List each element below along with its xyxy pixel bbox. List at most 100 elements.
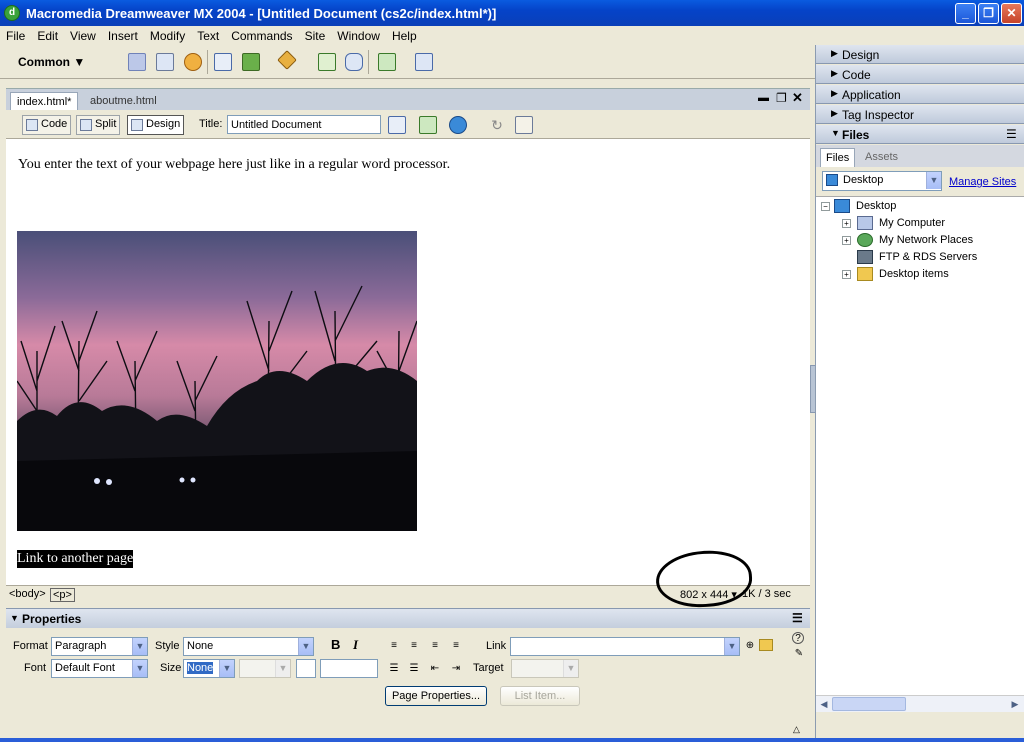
text-color-picker[interactable] (296, 659, 316, 678)
media-icon[interactable] (277, 50, 297, 70)
email-link-icon[interactable] (156, 53, 174, 71)
tree-node-ftp-rds-servers[interactable]: FTP & RDS Servers (857, 250, 977, 264)
text-indent-icon[interactable]: ⇥ (449, 663, 463, 675)
panel-group-files[interactable]: ▼ Files ☰ (816, 125, 1024, 144)
document-title-input[interactable] (227, 115, 381, 134)
expand-node-icon[interactable]: + (842, 219, 851, 228)
validate-icon[interactable] (388, 116, 406, 134)
italic-button[interactable]: I (353, 637, 358, 653)
menu-text[interactable]: Text (191, 29, 225, 43)
align-center-icon[interactable]: ≡ (407, 640, 421, 652)
design-view-canvas[interactable]: You enter the text of your webpage here … (6, 139, 810, 585)
scroll-left-arrow-icon[interactable]: ◀ (817, 697, 831, 711)
target-select[interactable]: ▼ (511, 659, 579, 678)
design-view-button[interactable]: Design (127, 115, 185, 135)
hyperlink-icon[interactable] (128, 53, 146, 71)
scrollbar-thumb[interactable] (832, 697, 906, 711)
insert-category-dropdown[interactable]: Common ▼ (18, 55, 85, 69)
table-icon[interactable] (214, 53, 232, 71)
expand-node-icon[interactable]: + (842, 236, 851, 245)
justify-icon[interactable]: ≡ (449, 640, 463, 652)
menu-modify[interactable]: Modify (144, 29, 191, 43)
download-size: 1K / 3 sec (742, 588, 791, 600)
file-management-icon[interactable] (419, 116, 437, 134)
scroll-right-arrow-icon[interactable]: ▶ (1008, 697, 1022, 711)
menu-commands[interactable]: Commands (225, 29, 298, 43)
body-paragraph[interactable]: You enter the text of your webpage here … (18, 157, 450, 173)
collapse-node-icon[interactable]: − (821, 202, 830, 211)
tree-node-ftp-rds-servers-label: FTP & RDS Servers (879, 250, 978, 263)
minimize-button[interactable]: _ (955, 3, 976, 24)
view-options-icon[interactable] (515, 116, 533, 134)
menu-window[interactable]: Window (331, 29, 386, 43)
tab-assets[interactable]: Assets (860, 148, 903, 167)
tab-index-html[interactable]: index.html* (10, 92, 79, 111)
quick-tag-editor-icon[interactable]: ✎ (792, 648, 806, 660)
panel-group-application[interactable]: ▶ Application (816, 85, 1024, 104)
tag-selector-p[interactable]: <p> (50, 588, 75, 602)
tab-files[interactable]: Files (820, 148, 856, 167)
expand-node-icon[interactable]: + (842, 270, 851, 279)
menu-site[interactable]: Site (299, 29, 332, 43)
tree-node-desktop-items[interactable]: Desktop items (857, 267, 949, 281)
code-view-button[interactable]: Code (22, 115, 72, 135)
style-label: Style (155, 640, 180, 652)
menu-help[interactable]: Help (386, 29, 423, 43)
manage-sites-link[interactable]: Manage Sites (949, 176, 1016, 188)
help-icon[interactable]: ? (792, 632, 804, 644)
ordered-list-icon[interactable]: ☰ (407, 663, 421, 675)
link-input[interactable]: ▼ (510, 637, 740, 656)
text-outdent-icon[interactable]: ⇤ (428, 663, 442, 675)
named-anchor-icon[interactable] (184, 53, 202, 71)
align-left-icon[interactable]: ≡ (387, 640, 401, 652)
files-horizontal-scrollbar[interactable]: ◀ ▶ (816, 695, 1024, 712)
list-item-button[interactable]: List Item... (500, 686, 580, 706)
point-to-file-icon[interactable]: ⊕ (743, 640, 757, 652)
templates-icon[interactable] (378, 53, 396, 71)
bold-button[interactable]: B (331, 637, 340, 652)
panel-group-tag-inspector[interactable]: ▶ Tag Inspector (816, 105, 1024, 124)
unordered-list-icon[interactable]: ☰ (387, 663, 401, 675)
tree-node-desktop[interactable]: Desktop (834, 199, 896, 213)
panel-options-icon[interactable]: ☰ (1006, 127, 1017, 141)
menu-view[interactable]: View (64, 29, 102, 43)
panel-group-design[interactable]: ▶ Design (816, 45, 1024, 64)
image-icon[interactable] (242, 53, 260, 71)
font-select[interactable]: Default Font ▼ (51, 659, 148, 678)
style-select[interactable]: None ▼ (183, 637, 314, 656)
panel-options-icon[interactable]: ☰ (792, 611, 803, 625)
text-color-input[interactable] (320, 659, 378, 678)
refresh-icon[interactable]: ↻ (488, 116, 506, 134)
chevron-down-icon: ▼ (275, 660, 290, 677)
format-select[interactable]: Paragraph ▼ (51, 637, 148, 656)
doc-restore-icon[interactable]: ❐ (776, 91, 787, 105)
close-button[interactable]: ✕ (1001, 3, 1022, 24)
page-properties-button[interactable]: Page Properties... (385, 686, 487, 706)
menu-edit[interactable]: Edit (31, 29, 64, 43)
link-to-another-page[interactable]: Link to another page (17, 550, 134, 568)
tree-node-my-computer[interactable]: My Computer (857, 216, 945, 230)
browse-folder-icon[interactable] (759, 639, 773, 651)
tab-aboutme-html[interactable]: aboutme.html (84, 92, 163, 111)
menu-file[interactable]: File (0, 29, 31, 43)
panel-group-code[interactable]: ▶ Code (816, 65, 1024, 84)
split-view-button[interactable]: Split (76, 115, 121, 135)
restore-button[interactable]: ❐ (978, 3, 999, 24)
comment-icon[interactable] (345, 53, 363, 71)
doc-close-icon[interactable]: ✕ (792, 90, 803, 106)
sunset-photo[interactable] (17, 231, 417, 531)
size-select[interactable]: None ▼ (183, 659, 235, 678)
align-right-icon[interactable]: ≡ (428, 640, 442, 652)
expand-triangle-icon[interactable]: △ (793, 724, 800, 735)
tag-chooser-icon[interactable] (415, 53, 433, 71)
doc-minimize-icon[interactable]: ▬ (758, 92, 769, 104)
tree-node-my-network-places[interactable]: My Network Places (857, 233, 973, 247)
site-select[interactable]: Desktop ▼ (822, 171, 942, 191)
preview-browser-icon[interactable] (449, 116, 467, 134)
tag-selector-body[interactable]: <body> (9, 588, 46, 600)
size-unit-select[interactable]: ▼ (239, 659, 291, 678)
date-icon[interactable] (318, 53, 336, 71)
properties-header[interactable]: ▼ Properties ☰ (6, 608, 810, 628)
menu-insert[interactable]: Insert (102, 29, 144, 43)
properties-panel: Format Paragraph ▼ Style None ▼ B I ≡ ≡ ≡ … (6, 628, 810, 738)
